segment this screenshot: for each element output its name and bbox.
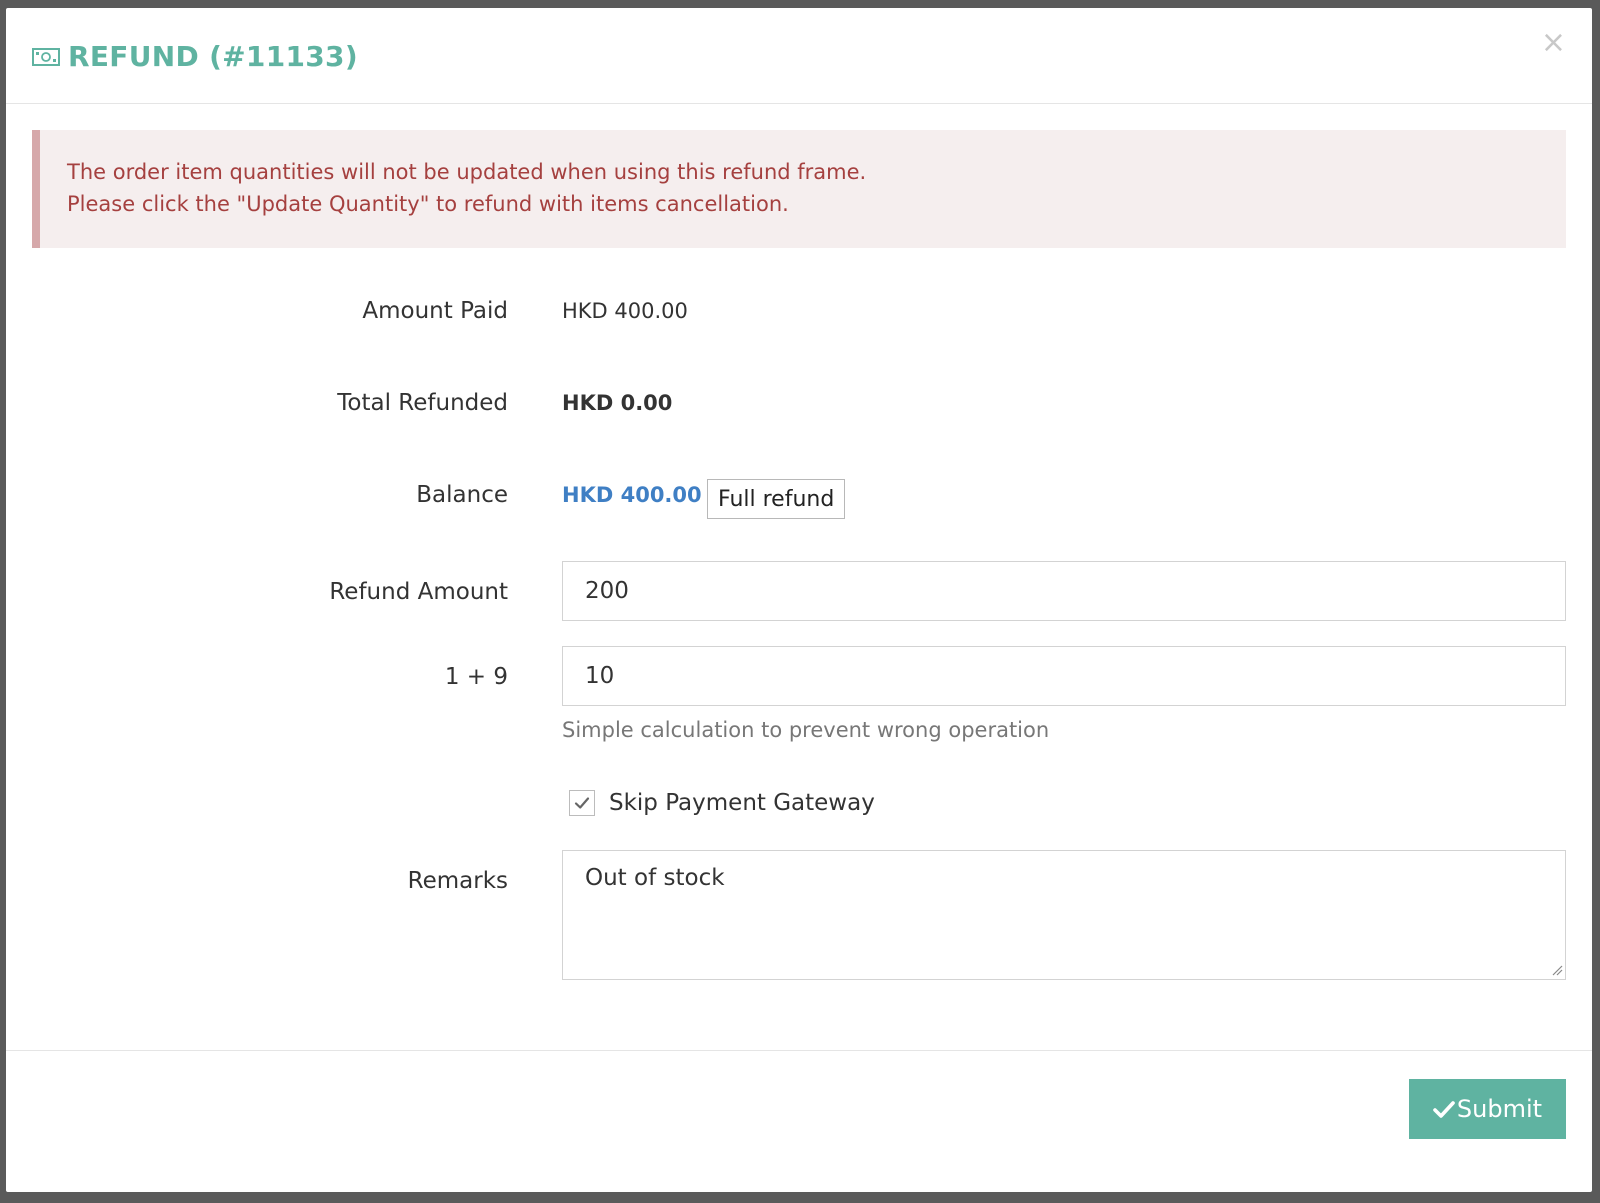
full-refund-button[interactable]: Full refund (707, 479, 846, 519)
modal-title: REFUND (#11133) (32, 40, 358, 73)
balance-label: Balance (416, 482, 508, 508)
total-refunded-value: HKD 0.00 (562, 391, 673, 415)
amount-paid-label: Amount Paid (362, 298, 508, 324)
submit-button[interactable]: Submit (1409, 1079, 1566, 1139)
calculation-help-text: Simple calculation to prevent wrong oper… (562, 718, 1050, 742)
balance-value: HKD 400.00 (562, 483, 702, 507)
modal-footer: Submit (6, 1050, 1592, 1192)
remarks-label: Remarks (407, 868, 508, 894)
modal-title-text: REFUND (#11133) (68, 40, 358, 73)
calculation-label: 1 + 9 (444, 664, 508, 690)
close-icon[interactable]: × (1541, 28, 1566, 58)
resize-grip-icon[interactable] (1551, 964, 1563, 976)
money-icon (32, 47, 60, 66)
refund-amount-label: Refund Amount (329, 579, 508, 605)
skip-gateway-checkbox[interactable] (569, 790, 595, 816)
checkmark-icon (574, 797, 590, 809)
amount-paid-value: HKD 400.00 (562, 299, 688, 323)
total-refunded-label: Total Refunded (337, 390, 508, 416)
calculation-input[interactable] (562, 646, 1566, 706)
alert-line-1: The order item quantities will not be up… (67, 160, 867, 184)
alert-line-2: Please click the "Update Quantity" to re… (67, 192, 789, 216)
skip-gateway-row: Skip Payment Gateway (569, 790, 875, 816)
modal-header: REFUND (#11133) × (6, 8, 1592, 104)
refund-amount-input[interactable] (562, 561, 1566, 621)
refund-modal: REFUND (#11133) × The order item quantit… (6, 8, 1592, 1192)
check-icon (1433, 1101, 1455, 1118)
submit-label: Submit (1456, 1095, 1543, 1123)
warning-alert: The order item quantities will not be up… (32, 130, 1566, 248)
remarks-textarea[interactable]: Out of stock (562, 850, 1566, 980)
skip-gateway-label: Skip Payment Gateway (609, 790, 875, 816)
